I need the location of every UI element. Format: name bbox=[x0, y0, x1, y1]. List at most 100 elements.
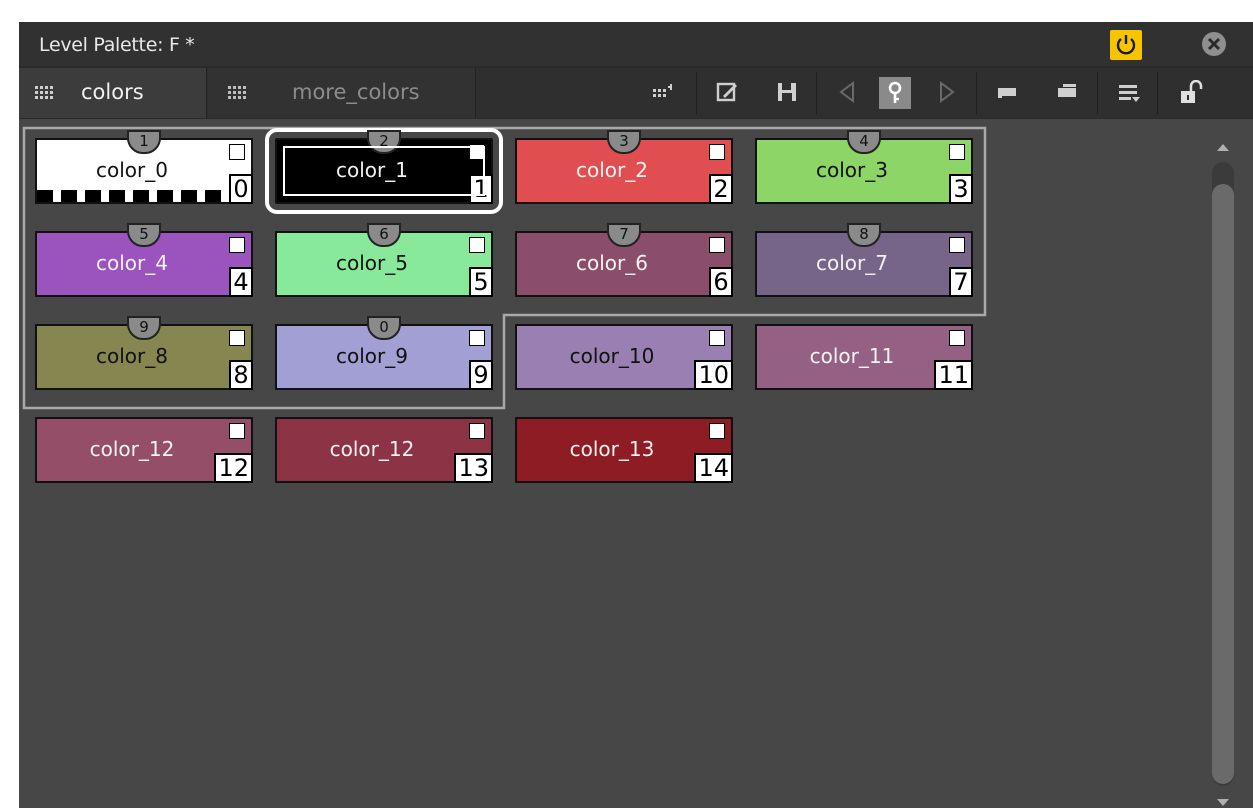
color-chip-name: color_8 bbox=[96, 344, 168, 368]
scroll-up-icon[interactable] bbox=[1217, 142, 1229, 152]
lock-icon[interactable] bbox=[1169, 68, 1209, 118]
scroll-thumb[interactable] bbox=[1212, 184, 1234, 784]
color-chip-index: 2 bbox=[709, 174, 733, 204]
level-palette-panel: Level Palette: F * colors more_colors 1 … bbox=[19, 22, 1253, 808]
chip-corner-marker bbox=[709, 144, 725, 160]
color-chip-index: 5 bbox=[469, 267, 493, 297]
toolbar-separator bbox=[816, 72, 817, 114]
chip-corner-marker bbox=[229, 144, 245, 160]
toolbar-separator bbox=[696, 72, 697, 114]
chip-corner-marker bbox=[229, 330, 245, 346]
chip-corner-marker bbox=[949, 330, 965, 346]
panel-title: Level Palette: F * bbox=[39, 34, 195, 56]
chip-corner-marker bbox=[949, 144, 965, 160]
view-mode-icon[interactable] bbox=[643, 68, 683, 118]
color-chip[interactable]: 9 color_8 8 bbox=[35, 316, 253, 390]
color-chip[interactable]: color_10 10 bbox=[515, 324, 733, 390]
color-chip-name: color_6 bbox=[576, 251, 648, 275]
toolbar-separator bbox=[976, 72, 977, 114]
color-chip-index: 9 bbox=[469, 360, 493, 390]
toolbar-separator bbox=[1097, 72, 1098, 114]
edit-icon[interactable] bbox=[707, 68, 747, 118]
style-id-badge: 8 bbox=[847, 223, 881, 247]
color-chip-name: color_13 bbox=[569, 437, 655, 461]
color-chip[interactable]: 2 color_1 1 bbox=[265, 128, 503, 214]
vertical-scrollbar[interactable] bbox=[1212, 142, 1234, 808]
color-chip-name: color_12 bbox=[89, 437, 175, 461]
color-chip[interactable]: color_12 12 bbox=[35, 417, 253, 483]
chip-corner-marker bbox=[949, 237, 965, 253]
chip-corner-marker bbox=[229, 423, 245, 439]
style-id-badge: 7 bbox=[607, 223, 641, 247]
color-chip[interactable]: color_11 11 bbox=[755, 324, 973, 390]
color-chip-index: 14 bbox=[694, 453, 733, 483]
color-chip[interactable]: 6 color_5 5 bbox=[275, 223, 493, 297]
color-chip-index: 7 bbox=[949, 267, 973, 297]
color-chip-name: color_2 bbox=[576, 158, 648, 182]
color-chip[interactable]: color_13 14 bbox=[515, 417, 733, 483]
chip-corner-marker bbox=[709, 423, 725, 439]
chip-corner-marker bbox=[229, 237, 245, 253]
color-chip-name: color_10 bbox=[569, 344, 655, 368]
color-chip-name: color_7 bbox=[816, 251, 888, 275]
color-chip-index: 13 bbox=[454, 453, 493, 483]
power-icon[interactable] bbox=[1110, 30, 1142, 60]
color-chip-index: 8 bbox=[229, 360, 253, 390]
color-chip[interactable]: color_12 13 bbox=[275, 417, 493, 483]
color-chip-index: 3 bbox=[949, 174, 973, 204]
tab-colors-label: colors bbox=[81, 80, 144, 104]
save-icon[interactable] bbox=[767, 68, 807, 118]
tab-bar: colors more_colors bbox=[19, 68, 1253, 118]
color-chip-index: 6 bbox=[709, 267, 733, 297]
style-id-badge: 5 bbox=[127, 223, 161, 247]
next-key-icon[interactable] bbox=[927, 68, 967, 118]
style-id-badge: 1 bbox=[127, 130, 161, 154]
color-chip-index: 0 bbox=[229, 174, 253, 204]
color-chip-name: color_9 bbox=[336, 344, 408, 368]
color-chip[interactable]: 5 color_4 4 bbox=[35, 223, 253, 297]
color-chip-name: color_5 bbox=[336, 251, 408, 275]
title-bar: Level Palette: F * bbox=[19, 22, 1253, 66]
toolbar-separator bbox=[1157, 72, 1158, 114]
menu-options-icon[interactable] bbox=[1109, 68, 1149, 118]
grid-icon bbox=[35, 86, 53, 99]
color-chip[interactable]: 1 color_0 0 bbox=[35, 130, 253, 204]
chip-corner-marker bbox=[709, 237, 725, 253]
color-chip-area: 1 color_0 0 2 color_1 1 3 color_2 2 4 color_3 3 5 col… bbox=[19, 119, 1253, 808]
style-id-badge: 4 bbox=[847, 130, 881, 154]
key-icon[interactable] bbox=[877, 68, 915, 118]
chip-corner-marker bbox=[469, 423, 485, 439]
color-chip[interactable]: 0 color_9 9 bbox=[275, 316, 493, 390]
tab-more-colors[interactable]: more_colors bbox=[208, 68, 476, 118]
scroll-down-icon[interactable] bbox=[1217, 798, 1229, 808]
color-chip[interactable]: 7 color_6 6 bbox=[515, 223, 733, 297]
style-id-badge: 3 bbox=[607, 130, 641, 154]
tab-more-colors-label: more_colors bbox=[292, 80, 420, 104]
tab-colors[interactable]: colors bbox=[19, 68, 207, 118]
color-chip[interactable]: 3 color_2 2 bbox=[515, 130, 733, 204]
color-chip-index: 11 bbox=[934, 360, 973, 390]
color-chip[interactable]: 8 color_7 7 bbox=[755, 223, 973, 297]
transparency-pattern bbox=[37, 190, 227, 202]
color-chip-name: color_12 bbox=[329, 437, 415, 461]
selection-inner-frame bbox=[283, 146, 485, 196]
style-id-badge: 6 bbox=[367, 223, 401, 247]
color-chip[interactable]: 4 color_3 3 bbox=[755, 130, 973, 204]
color-chip-name: color_11 bbox=[809, 344, 895, 368]
prev-key-icon[interactable] bbox=[827, 68, 867, 118]
color-chip-name: color_4 bbox=[96, 251, 168, 275]
chip-corner-marker bbox=[469, 237, 485, 253]
scroll-track[interactable] bbox=[1212, 162, 1234, 786]
color-chip-name: color_3 bbox=[816, 158, 888, 182]
new-page-from-selection-icon[interactable] bbox=[1047, 68, 1087, 118]
chip-corner-marker bbox=[469, 330, 485, 346]
color-chip-index: 10 bbox=[694, 360, 733, 390]
color-chip-index: 4 bbox=[229, 267, 253, 297]
grid-icon bbox=[228, 86, 246, 99]
color-chip-index: 12 bbox=[214, 453, 253, 483]
chip-corner-marker bbox=[709, 330, 725, 346]
style-id-badge: 0 bbox=[367, 316, 401, 340]
new-page-icon[interactable] bbox=[987, 68, 1027, 118]
close-icon[interactable] bbox=[1202, 32, 1226, 56]
style-id-badge: 9 bbox=[127, 316, 161, 340]
